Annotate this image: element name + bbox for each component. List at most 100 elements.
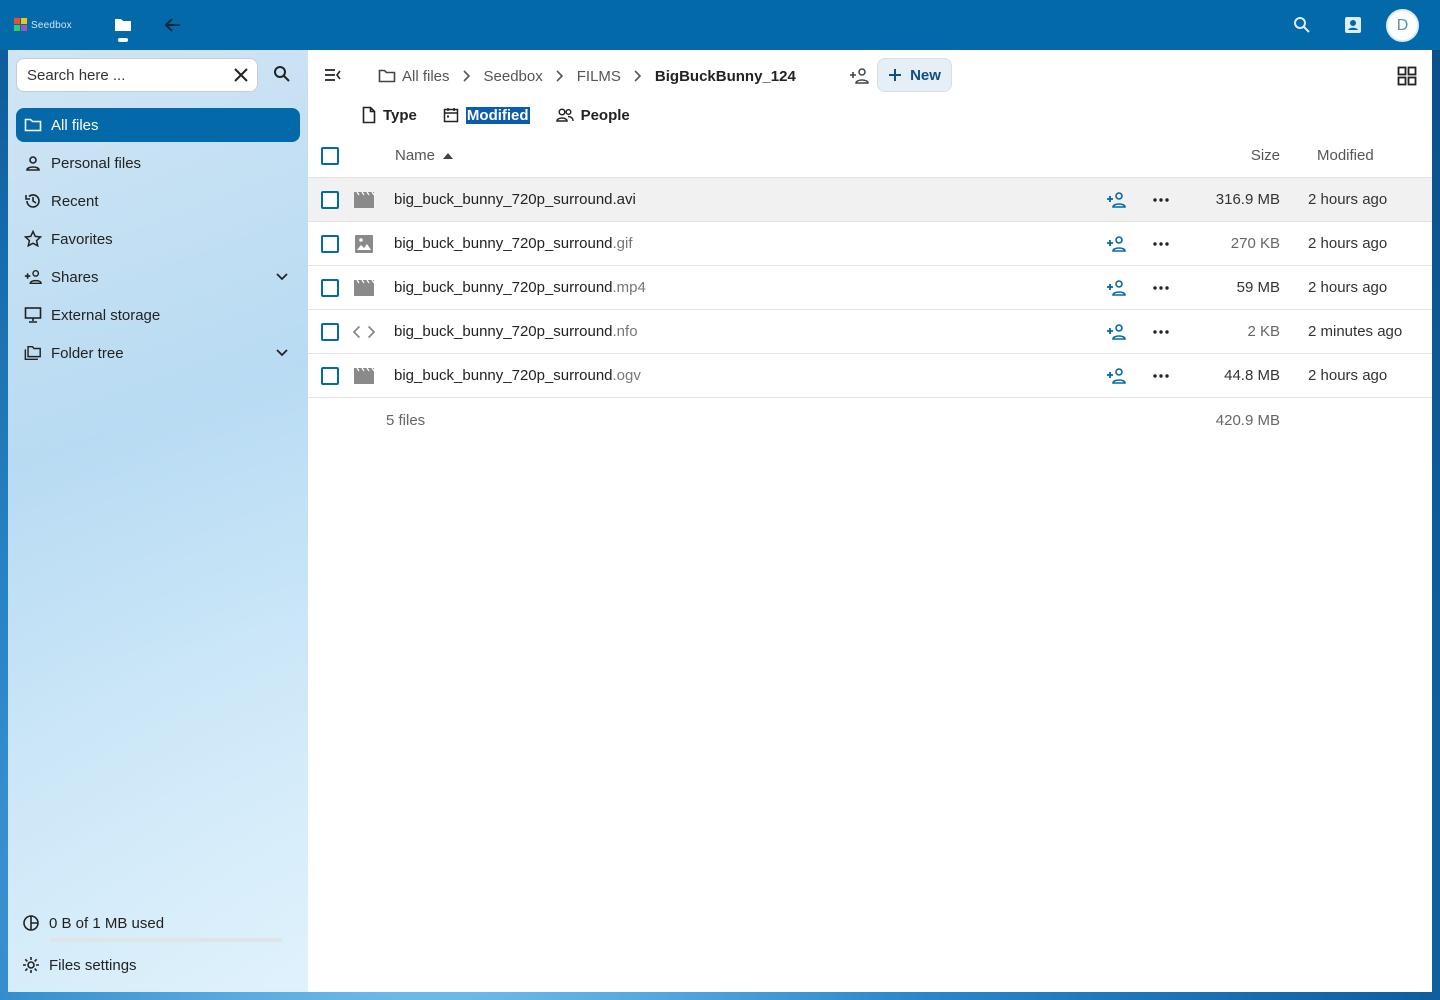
breadcrumb-films[interactable]: FILMS (577, 68, 621, 85)
file-basename: big_buck_bunny_720p_surround (394, 235, 613, 252)
filter-input[interactable] (27, 66, 223, 84)
filter-type-button[interactable]: Type (362, 106, 417, 124)
history-icon (24, 192, 42, 210)
app-logo[interactable]: Seedbox (14, 16, 76, 34)
file-name[interactable]: big_buck_bunny_720p_surround.gif (394, 235, 633, 252)
top-header: Seedbox D (0, 0, 1440, 50)
folder-icon (24, 116, 42, 134)
breadcrumb-label: BigBuckBunny_124 (654, 67, 796, 85)
share-person-icon[interactable] (1105, 322, 1127, 342)
sidebar-item-personal-files[interactable]: Personal files (16, 146, 300, 180)
breadcrumb-seedbox[interactable]: Seedbox (484, 68, 543, 85)
code-icon (353, 322, 375, 342)
file-size: 270 KB (1230, 235, 1280, 252)
video-icon (353, 190, 375, 210)
breadcrumb-label: All files (402, 67, 450, 85)
row-checkbox[interactable] (321, 367, 339, 385)
share-person-icon[interactable] (1105, 366, 1127, 386)
video-icon (353, 366, 375, 386)
file-size: 44.8 MB (1224, 367, 1280, 384)
sidebar-item-folder-tree[interactable]: Folder tree (16, 336, 300, 370)
filter-modified-label: Modified (465, 106, 530, 124)
filter-modified-button[interactable]: Modified (443, 106, 530, 124)
sidebar-item-external-storage[interactable]: External storage (16, 298, 300, 332)
more-actions-icon[interactable] (1150, 234, 1172, 254)
file-outline-icon (362, 106, 376, 124)
row-checkbox[interactable] (321, 235, 339, 253)
sidebar-item-label: All files (51, 116, 99, 134)
image-icon (353, 234, 375, 254)
back-arrow-icon[interactable] (157, 9, 189, 41)
clear-search-icon[interactable] (231, 65, 251, 85)
share-folder-icon[interactable] (848, 65, 870, 87)
file-modified: 2 hours ago (1308, 279, 1388, 296)
file-extension: .mp4 (612, 279, 646, 296)
share-person-icon[interactable] (1105, 234, 1127, 254)
more-actions-icon[interactable] (1150, 190, 1172, 210)
quota-label: 0 B of 1 MB used (49, 914, 165, 932)
new-button[interactable]: New (877, 58, 952, 92)
active-app-indicator (118, 38, 128, 42)
files-settings-button[interactable]: Files settings (22, 956, 137, 974)
sort-by-size-button[interactable]: Size (1251, 147, 1280, 164)
file-modified: 2 hours ago (1308, 235, 1388, 252)
file-name[interactable]: big_buck_bunny_720p_surround.ogv (394, 367, 641, 384)
more-actions-icon[interactable] (1150, 278, 1172, 298)
contacts-icon[interactable] (1337, 9, 1369, 41)
video-icon (353, 278, 375, 298)
main-content: All files Seedbox FILMS BigBuckBunny_124… (308, 50, 1432, 992)
folder-tree-icon (24, 344, 42, 362)
file-name[interactable]: big_buck_bunny_720p_surround.nfo (394, 323, 638, 340)
row-checkbox[interactable] (321, 191, 339, 209)
file-basename: big_buck_bunny_720p_surround (394, 367, 613, 384)
chevron-right-icon (450, 70, 484, 82)
star-icon (24, 230, 42, 248)
unified-search-icon[interactable] (1286, 9, 1318, 41)
row-checkbox[interactable] (321, 323, 339, 341)
chevron-right-icon (543, 70, 577, 82)
select-all-checkbox[interactable] (321, 147, 339, 165)
file-name[interactable]: big_buck_bunny_720p_surround.avi (394, 191, 636, 208)
breadcrumb-current-folder[interactable]: BigBuckBunny_124 (655, 68, 796, 85)
table-row[interactable]: big_buck_bunny_720p_surround.avi 316.9 M… (308, 178, 1432, 222)
file-extension: .gif (612, 235, 633, 252)
file-name[interactable]: big_buck_bunny_720p_surround.mp4 (394, 279, 646, 296)
chevron-down-icon[interactable] (274, 269, 290, 285)
sort-by-name-button[interactable]: Name (395, 147, 454, 164)
filter-bar: Type Modified People (362, 106, 630, 124)
gear-icon (22, 956, 40, 974)
sidebar-item-label: Folder tree (51, 344, 124, 362)
table-row[interactable]: big_buck_bunny_720p_surround.ogv 44.8 MB… (308, 354, 1432, 398)
table-row[interactable]: big_buck_bunny_720p_surround.mp4 59 MB 2… (308, 266, 1432, 310)
sidebar-item-favorites[interactable]: Favorites (16, 222, 300, 256)
logo-mark-icon (14, 18, 28, 32)
sort-by-modified-button[interactable]: Modified (1317, 147, 1374, 164)
user-avatar[interactable]: D (1386, 9, 1419, 42)
sidebar-search-icon[interactable] (270, 62, 294, 86)
files-app-icon[interactable] (107, 9, 139, 41)
breadcrumb-all-files[interactable]: All files (378, 68, 450, 85)
sidebar-item-recent[interactable]: Recent (16, 184, 300, 218)
table-row[interactable]: big_buck_bunny_720p_surround.gif 270 KB … (308, 222, 1432, 266)
chevron-down-icon[interactable] (274, 345, 290, 361)
quota-progress-bar (50, 938, 282, 942)
new-button-label: New (910, 66, 941, 84)
sidebar-item-all-files[interactable]: All files (16, 108, 300, 142)
summary-total-size: 420.9 MB (1215, 412, 1280, 429)
share-person-icon[interactable] (1105, 278, 1127, 298)
row-checkbox[interactable] (321, 279, 339, 297)
sidebar-item-shares[interactable]: Shares (16, 260, 300, 294)
file-extension: .nfo (612, 323, 638, 340)
chevron-right-icon (621, 70, 655, 82)
share-person-icon[interactable] (1105, 190, 1127, 210)
sidebar-navigation: All files Personal files Recent Favorite… (16, 108, 300, 374)
filter-people-label: People (580, 106, 630, 124)
more-actions-icon[interactable] (1150, 322, 1172, 342)
table-row[interactable]: big_buck_bunny_720p_surround.nfo 2 KB 2 … (308, 310, 1432, 354)
sidebar-search-box (16, 58, 258, 92)
collapse-sidebar-icon[interactable] (322, 64, 344, 86)
grid-view-icon[interactable] (1396, 65, 1418, 87)
filter-people-button[interactable]: People (555, 106, 630, 124)
file-basename: big_buck_bunny_720p_surround (394, 191, 613, 208)
more-actions-icon[interactable] (1150, 366, 1172, 386)
